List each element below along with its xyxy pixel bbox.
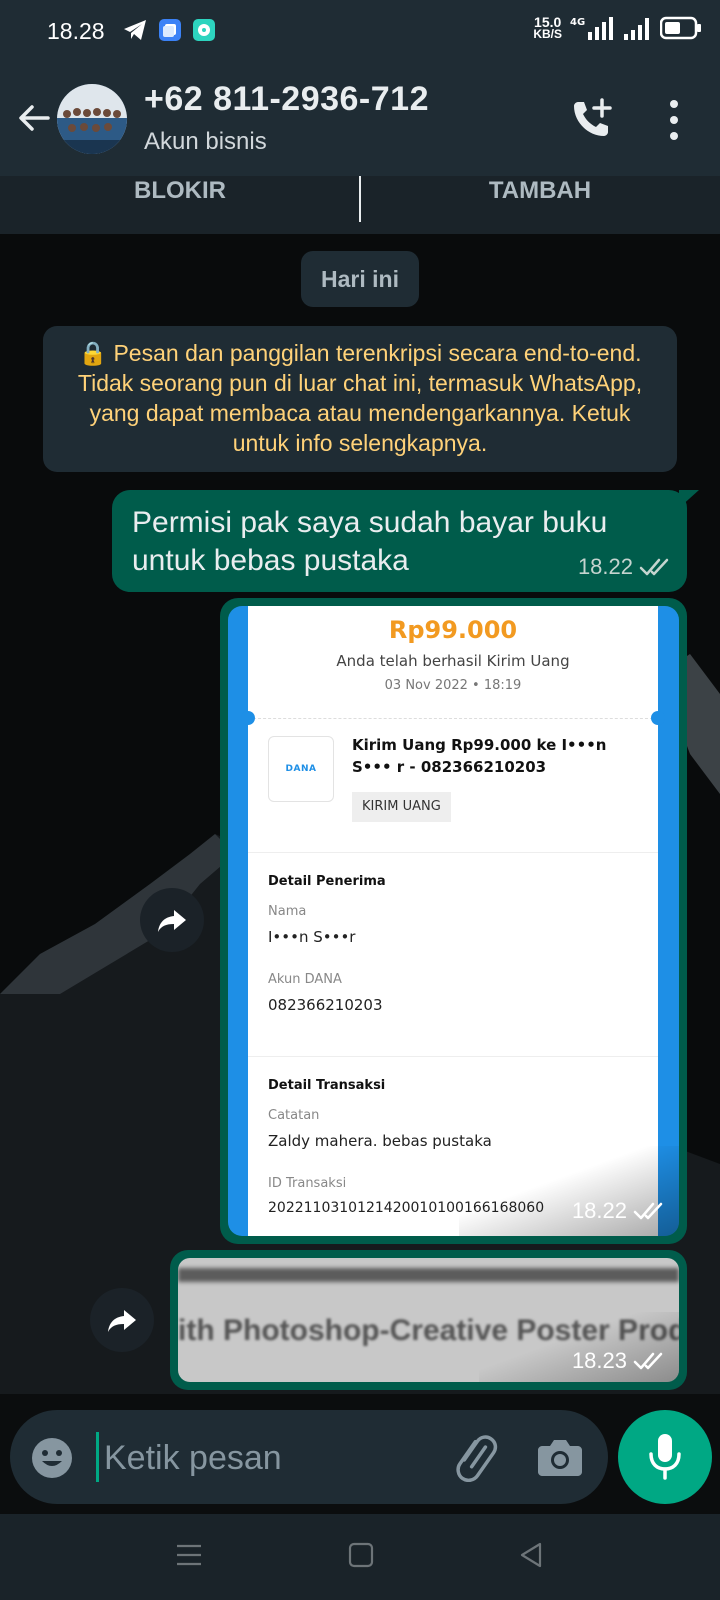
attach-icon[interactable] [450,1432,500,1482]
message-bubble-image[interactable]: Rp99.000 Anda telah berhasil Kirim Uang … [220,598,687,1244]
telegram-icon [124,20,146,40]
receipt-notch-left [241,711,255,725]
message-time: 18.23 [571,1348,627,1373]
note-label: Catatan [268,1108,320,1123]
message-time: 18.22 [577,554,633,579]
notification-icons [122,18,216,42]
mic-icon [649,1434,681,1480]
account-label: Akun DANA [268,972,342,987]
block-button[interactable]: BLOKIR [0,176,360,226]
text-cursor [96,1432,99,1482]
status-time: 18.28 [47,18,105,44]
add-call-icon[interactable] [568,96,616,144]
encryption-notice[interactable]: 🔒 Pesan dan panggilan terenkripsi secara… [43,326,677,472]
double-check-icon [633,1202,663,1220]
name-label: Nama [268,904,307,919]
transaction-heading: Detail Transaksi [268,1078,386,1093]
dana-logo: DANA [268,736,334,802]
camera-icon[interactable] [536,1434,584,1480]
svg-text:4G: 4G [570,17,585,28]
forward-button[interactable] [90,1288,154,1352]
network-speed-unit: KB/S [533,27,562,41]
message-bubble-image[interactable]: ith Photoshop-Creative Poster Prod 18.23 [170,1250,687,1390]
status-bar: 18.28 15.0 KB/S 4G [0,0,720,62]
message-meta: 18.22 [578,554,673,580]
signal-icon [624,18,649,40]
message-meta: 18.22 [572,1198,667,1224]
message-composer [10,1410,608,1504]
receipt-paper: Rp99.000 Anda telah berhasil Kirim Uang … [241,606,665,1236]
receipt-image[interactable]: Rp99.000 Anda telah berhasil Kirim Uang … [228,606,679,1236]
block-add-bar: BLOKIR TAMBAH [0,176,720,234]
receipt-notch-right [651,711,665,725]
contact-subtitle[interactable]: Akun bisnis [144,128,267,156]
date-chip: Hari ini [301,251,419,307]
back-nav-icon[interactable] [518,1542,544,1568]
system-nav-bar [0,1514,720,1600]
mic-button[interactable] [618,1410,712,1504]
more-vert-icon[interactable] [662,96,686,144]
receipt-amount: Rp99.000 [388,616,518,644]
status-right: 15.0 KB/S 4G [533,14,702,42]
receipt-status: Anda telah berhasil Kirim Uang [336,652,570,670]
receipt-tag: KIRIM UANG [352,792,451,822]
contact-name[interactable]: +62 811-2936-712 [144,80,429,119]
contact-avatar[interactable] [57,84,127,154]
dana-logo-text: DANA [285,764,317,774]
double-check-icon [633,1352,663,1370]
message-time: 18.22 [571,1198,627,1223]
recent-apps-icon[interactable] [176,1542,202,1568]
message-bubble-text[interactable]: Permisi pak saya sudah bayar buku untuk … [112,490,699,592]
receipt-divider [248,718,658,719]
double-check-icon [639,558,669,576]
forward-button[interactable] [140,888,204,952]
image-band [178,1268,679,1282]
home-icon[interactable] [348,1542,374,1568]
back-arrow-icon[interactable] [14,98,54,138]
receipt-title: Kirim Uang Rp99.000 ke I•••n S••• r - 08… [352,736,607,776]
message-input[interactable] [104,1430,424,1486]
battery-icon [660,16,701,40]
network-speed: 15.0 KB/S [533,15,562,41]
messenger-notification-icon [193,19,215,41]
message-meta: 18.23 [572,1348,667,1374]
name-value: I•••n S•••r [268,928,356,946]
recipient-heading: Detail Penerima [268,874,386,889]
emoji-icon[interactable] [30,1436,74,1480]
bubble-tail [679,490,699,508]
forward-icon [158,910,186,932]
app-notification-icon [159,19,181,41]
account-value: 082366210203 [268,996,383,1014]
forward-icon [108,1310,136,1332]
receipt-divider [248,1056,658,1057]
chat-header: +62 811-2936-712 Akun bisnis [0,62,720,176]
add-contact-button[interactable]: TAMBAH [360,176,720,226]
receipt-datetime: 03 Nov 2022 • 18:19 [384,678,522,693]
receipt-divider [248,852,658,853]
txid-label: ID Transaksi [268,1176,347,1191]
signal-4g-icon: 4G [570,17,613,40]
